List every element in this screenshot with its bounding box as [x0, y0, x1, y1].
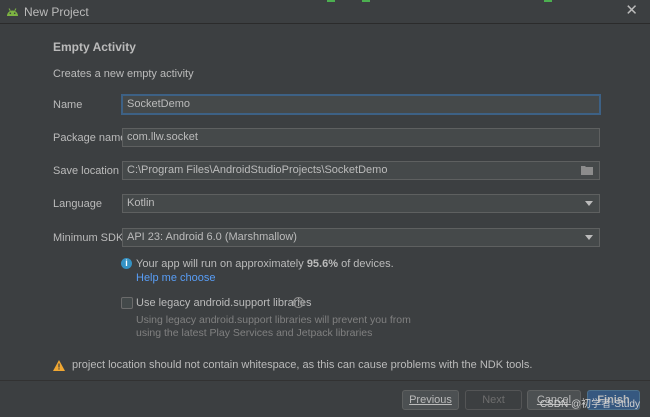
chevron-down-icon [585, 235, 593, 240]
name-label: Name [53, 99, 83, 111]
save-location-value: C:\Program Files\AndroidStudioProjects\S… [127, 164, 388, 176]
next-button: Next [465, 390, 522, 410]
save-location-label: Save location [53, 165, 120, 177]
coverage-percent: 95.6% [306, 258, 339, 270]
warning-icon [53, 360, 65, 371]
language-value: Kotlin [127, 197, 155, 209]
folder-icon[interactable] [581, 165, 593, 175]
previous-button[interactable]: Previous [402, 390, 459, 410]
language-label: Language [53, 198, 102, 210]
save-location-input[interactable]: C:\Program Files\AndroidStudioProjects\S… [122, 161, 600, 180]
title-accent [362, 0, 370, 2]
page-heading: Empty Activity [53, 40, 136, 54]
package-name-input[interactable]: com.llw.socket [122, 128, 600, 147]
previous-button-label: Previous [409, 394, 452, 406]
legacy-support-label[interactable]: Use legacy android.support libraries [136, 297, 311, 309]
coverage-suffix: of devices. [338, 258, 394, 270]
minimum-sdk-value: API 23: Android 6.0 (Marshmallow) [127, 231, 297, 243]
page-subtitle: Creates a new empty activity [53, 68, 194, 80]
device-coverage-text: Your app will run on approximately 95.6%… [136, 258, 394, 270]
help-icon[interactable]: ? [293, 297, 304, 308]
title-accent [544, 0, 552, 2]
close-icon[interactable]: ✕ [625, 3, 638, 18]
name-input[interactable]: SocketDemo [121, 94, 601, 115]
dialog-content: Empty Activity Creates a new empty activ… [0, 24, 650, 380]
minimum-sdk-select[interactable]: API 23: Android 6.0 (Marshmallow) [122, 228, 600, 247]
legacy-support-checkbox[interactable] [121, 297, 133, 309]
info-icon: i [121, 258, 132, 269]
title-accent [327, 0, 335, 2]
android-studio-icon [7, 8, 18, 16]
warning-message: project location should not contain whit… [72, 359, 533, 371]
help-me-choose-link[interactable]: Help me choose [136, 272, 216, 284]
window-title: New Project [24, 5, 89, 19]
minimum-sdk-label: Minimum SDK [53, 232, 124, 244]
coverage-prefix: Your app will run on approximately [136, 258, 307, 270]
language-select[interactable]: Kotlin [122, 194, 600, 213]
title-bar: New Project ✕ [0, 0, 650, 24]
package-name-label: Package name [53, 132, 127, 144]
legacy-support-hint: Using legacy android.support libraries w… [136, 314, 411, 339]
watermark: CSDN @初学者-Study [539, 399, 640, 410]
chevron-down-icon [585, 201, 593, 206]
